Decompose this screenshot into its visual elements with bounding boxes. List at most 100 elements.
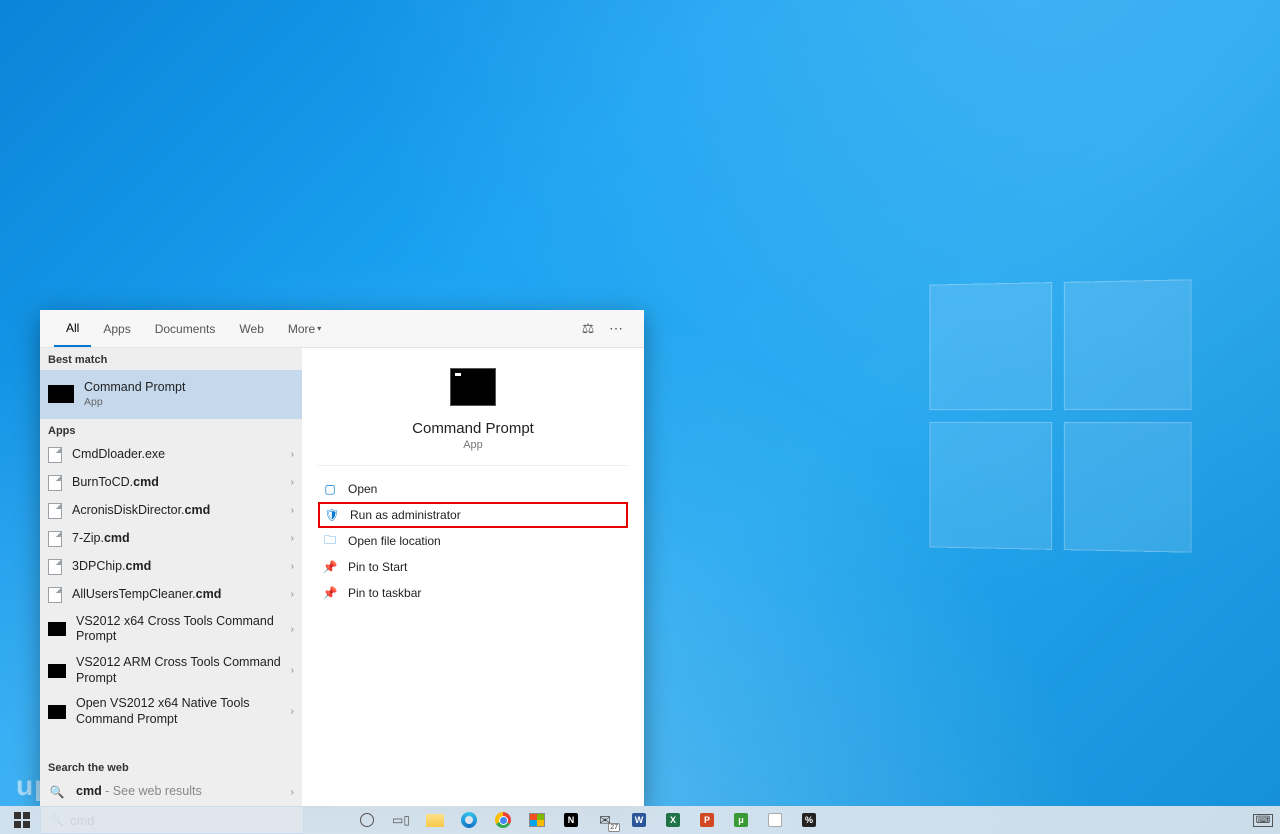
pin-icon: 📌 xyxy=(322,585,338,601)
result-app-item[interactable]: Open VS2012 x64 Native Tools Command Pro… xyxy=(40,691,302,732)
action-label: Pin to Start xyxy=(348,560,407,574)
result-best-command-prompt[interactable]: Command Prompt App xyxy=(40,370,302,419)
preview-pane: Command Prompt App ▢ Open 🛡 Run as administ… xyxy=(302,348,644,806)
taskbar-file-explorer[interactable] xyxy=(418,806,452,834)
mail-badge: 27 xyxy=(608,823,620,832)
result-label: 7-Zip.cmd xyxy=(72,531,291,547)
panel-menu-icon[interactable]: ⋯ xyxy=(602,320,630,337)
cortana-button[interactable] xyxy=(350,806,384,834)
taskbar-chrome[interactable] xyxy=(486,806,520,834)
result-app-item[interactable]: 3DPChip.cmd› xyxy=(40,553,302,581)
taskbar-edge[interactable] xyxy=(452,806,486,834)
result-title: Command Prompt xyxy=(84,380,294,396)
chevron-right-icon: › xyxy=(291,787,294,798)
action-pin-to-taskbar[interactable]: 📌 Pin to taskbar xyxy=(318,580,628,606)
tab-apps[interactable]: Apps xyxy=(91,310,142,347)
taskbar-word[interactable]: W xyxy=(622,806,656,834)
store-icon xyxy=(529,813,545,827)
taskbar-store[interactable] xyxy=(520,806,554,834)
tab-documents[interactable]: Documents xyxy=(143,310,228,347)
action-run-as-administrator[interactable]: 🛡 Run as administrator xyxy=(318,502,628,528)
excel-icon: X xyxy=(666,813,680,827)
action-label: Pin to taskbar xyxy=(348,586,421,600)
chevron-right-icon: › xyxy=(291,449,294,460)
tab-all[interactable]: All xyxy=(54,310,91,347)
section-apps: Apps xyxy=(40,419,302,441)
search-tabs: All Apps Documents Web More▾ ⚖ ⋯ xyxy=(40,310,644,348)
taskbar-app[interactable] xyxy=(758,806,792,834)
result-app-item[interactable]: AllUsersTempCleaner.cmd› xyxy=(40,581,302,609)
open-icon: ▢ xyxy=(322,481,338,497)
result-app-item[interactable]: 7-Zip.cmd› xyxy=(40,525,302,553)
tab-more[interactable]: More▾ xyxy=(276,310,333,347)
task-view-button[interactable]: ▭▯ xyxy=(384,806,418,834)
result-app-item[interactable]: VS2012 ARM Cross Tools Command Prompt› xyxy=(40,650,302,691)
taskbar-powerpoint[interactable]: P xyxy=(690,806,724,834)
chrome-icon xyxy=(495,812,511,828)
result-app-item[interactable]: AcronisDiskDirector.cmd› xyxy=(40,497,302,525)
file-icon xyxy=(48,447,62,463)
terminal-icon xyxy=(48,622,66,636)
taskbar-excel[interactable]: X xyxy=(656,806,690,834)
folder-icon: 🗀 xyxy=(322,533,338,549)
shield-icon: 🛡 xyxy=(324,507,340,523)
chevron-right-icon: › xyxy=(291,589,294,600)
chevron-right-icon: › xyxy=(291,533,294,544)
action-open-file-location[interactable]: 🗀 Open file location xyxy=(318,528,628,554)
app-icon: % xyxy=(802,813,816,827)
action-pin-to-start[interactable]: 📌 Pin to Start xyxy=(318,554,628,580)
result-label: Open VS2012 x64 Native Tools Command Pro… xyxy=(76,696,291,727)
taskbar-mail[interactable]: ✉27 xyxy=(588,806,622,834)
pin-icon: 📌 xyxy=(322,559,338,575)
preview-title: Command Prompt xyxy=(318,420,628,437)
result-label: AllUsersTempCleaner.cmd xyxy=(72,587,291,603)
preview-subtitle: App xyxy=(318,439,628,451)
chevron-right-icon: › xyxy=(291,706,294,717)
result-label: VS2012 x64 Cross Tools Command Prompt xyxy=(76,614,291,645)
action-open[interactable]: ▢ Open xyxy=(318,476,628,502)
chevron-right-icon: › xyxy=(291,665,294,676)
taskbar-app-dark[interactable]: % xyxy=(792,806,826,834)
file-icon xyxy=(48,531,62,547)
action-label: Run as administrator xyxy=(350,508,461,522)
result-label: BurnToCD.cmd xyxy=(72,475,291,491)
taskbar: ▭▯ N ✉27 W X P μ % ⌨ xyxy=(0,806,1280,834)
chevron-right-icon: › xyxy=(291,477,294,488)
ppt-icon: P xyxy=(700,813,714,827)
file-icon xyxy=(48,503,62,519)
result-label: AcronisDiskDirector.cmd xyxy=(72,503,291,519)
result-label: CmdDloader.exe xyxy=(72,447,291,463)
result-app-item[interactable]: BurnToCD.cmd› xyxy=(40,469,302,497)
tab-web[interactable]: Web xyxy=(227,310,275,347)
start-button[interactable] xyxy=(4,806,40,834)
result-subtitle: App xyxy=(84,396,294,409)
edge-icon xyxy=(461,812,477,828)
results-list: Best match Command Prompt App Apps CmdDl… xyxy=(40,348,302,806)
action-label: Open xyxy=(348,482,377,496)
terminal-icon xyxy=(48,385,74,403)
chevron-right-icon: › xyxy=(291,505,294,516)
section-web: Search the web xyxy=(40,756,302,778)
chevron-right-icon: › xyxy=(291,561,294,572)
result-web-search[interactable]: 🔍 cmd - See web results › xyxy=(40,778,302,806)
result-label: VS2012 ARM Cross Tools Command Prompt xyxy=(76,655,291,686)
word-icon: W xyxy=(632,813,646,827)
result-label: 3DPChip.cmd xyxy=(72,559,291,575)
windows-logo xyxy=(929,279,1191,552)
search-icon: 🔍 xyxy=(48,783,66,801)
file-icon xyxy=(48,587,62,603)
result-app-item[interactable]: CmdDloader.exe› xyxy=(40,441,302,469)
result-app-item[interactable]: VS2012 x64 Cross Tools Command Prompt› xyxy=(40,609,302,650)
preview-thumbnail xyxy=(450,368,496,406)
app-icon: N xyxy=(564,813,578,827)
action-label: Open file location xyxy=(348,534,441,548)
app-icon xyxy=(768,813,782,827)
taskbar-utorrent[interactable]: μ xyxy=(724,806,758,834)
folder-icon xyxy=(426,814,444,827)
terminal-icon xyxy=(48,664,66,678)
file-icon xyxy=(48,559,62,575)
chevron-right-icon: › xyxy=(291,624,294,635)
taskbar-notion[interactable]: N xyxy=(554,806,588,834)
tray-input-indicator[interactable]: ⌨ xyxy=(1250,806,1276,834)
rewards-icon[interactable]: ⚖ xyxy=(574,320,602,337)
